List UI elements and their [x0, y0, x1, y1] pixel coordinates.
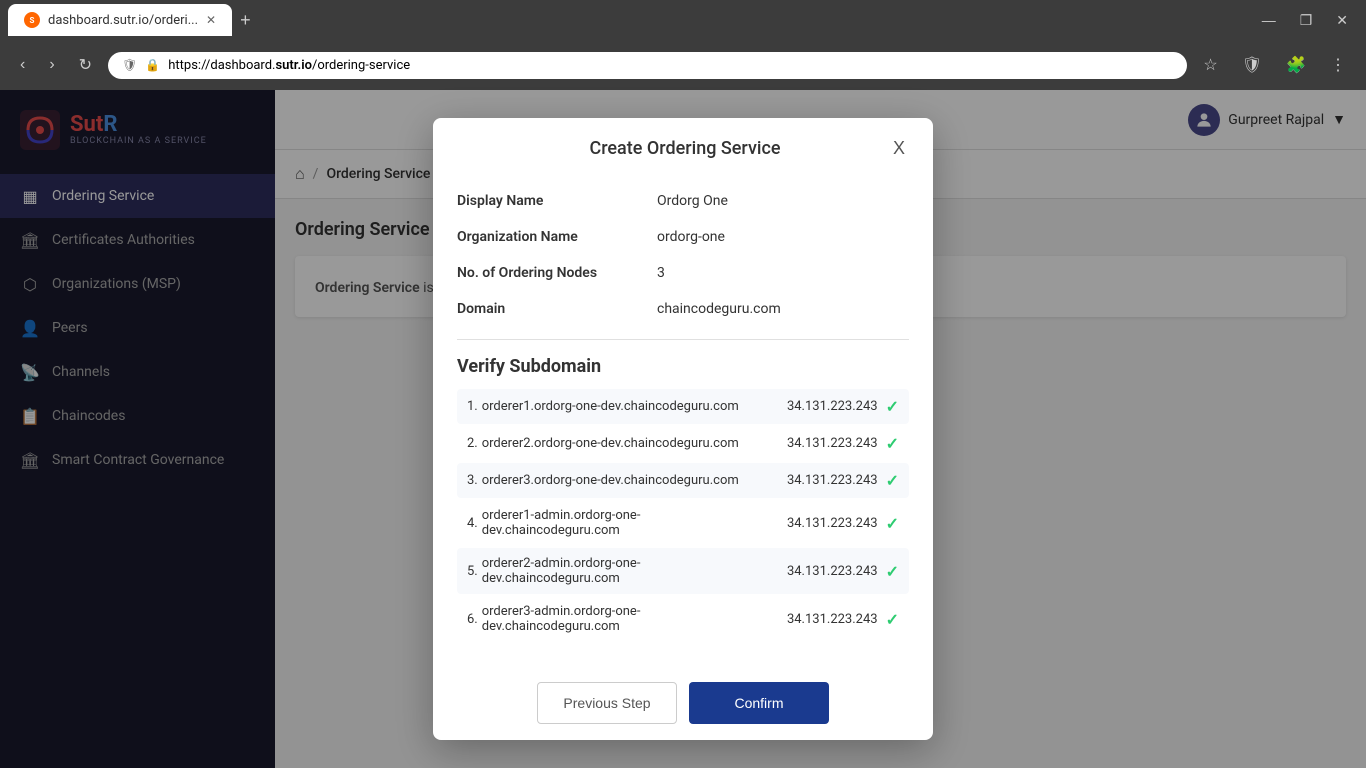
- domain-value: chaincodeguru.com: [657, 301, 781, 317]
- verify-subdomain-title: Verify Subdomain: [457, 356, 909, 377]
- subdomain-name: orderer1.ordorg-one-dev.chaincodeguru.co…: [482, 399, 758, 414]
- modal-close-button[interactable]: X: [889, 138, 909, 159]
- security-shield-icon: 🛡: [122, 58, 137, 72]
- verified-checkmark-icon: ✓: [886, 514, 899, 533]
- active-tab[interactable]: S dashboard.sutr.io/orderi... ✕: [8, 4, 232, 36]
- modal-divider: [457, 339, 909, 340]
- subdomain-row-5: 5. orderer2-admin.ordorg-one-dev.chainco…: [457, 548, 909, 594]
- subdomain-row-1: 1. orderer1.ordorg-one-dev.chaincodeguru…: [457, 389, 909, 424]
- subdomain-name: orderer2-admin.ordorg-one-dev.chaincodeg…: [482, 556, 758, 586]
- forward-button[interactable]: ›: [41, 52, 62, 78]
- back-button[interactable]: ‹: [12, 52, 33, 78]
- verified-checkmark-icon: ✓: [886, 562, 899, 581]
- bookmark-button[interactable]: ☆: [1195, 51, 1225, 79]
- ordering-nodes-label: No. of Ordering Nodes: [457, 265, 657, 281]
- subdomain-ip: 34.131.223.243: [758, 436, 878, 451]
- browser-close-button[interactable]: ✕: [1326, 8, 1358, 33]
- tab-close-icon[interactable]: ✕: [206, 13, 216, 27]
- subdomain-num: 1.: [467, 399, 478, 414]
- ordering-nodes-value: 3: [657, 265, 665, 281]
- url-display: https://dashboard.sutr.io/ordering-servi…: [168, 58, 410, 73]
- verified-checkmark-icon: ✓: [886, 471, 899, 490]
- subdomain-num: 3.: [467, 473, 478, 488]
- tab-favicon: S: [24, 12, 40, 28]
- new-tab-button[interactable]: +: [232, 6, 259, 35]
- browser-maximize-button[interactable]: ❐: [1290, 8, 1323, 33]
- modal-overlay: Create Ordering Service X Display Name O…: [0, 90, 1366, 768]
- modal-title: Create Ordering Service: [481, 138, 889, 159]
- menu-button[interactable]: ⋮: [1322, 51, 1354, 79]
- verified-checkmark-icon: ✓: [886, 397, 899, 416]
- browser-minimize-button[interactable]: —: [1252, 8, 1286, 33]
- verified-checkmark-icon: ✓: [886, 610, 899, 629]
- ordering-nodes-row: No. of Ordering Nodes 3: [457, 255, 909, 291]
- verified-checkmark-icon: ✓: [886, 434, 899, 453]
- subdomain-row-3: 3. orderer3.ordorg-one-dev.chaincodeguru…: [457, 463, 909, 498]
- extensions-button[interactable]: 🧩: [1278, 51, 1314, 79]
- extension-shield-button[interactable]: 🛡: [1234, 51, 1270, 79]
- address-bar[interactable]: 🛡 🔒 https://dashboard.sutr.io/ordering-s…: [108, 52, 1187, 79]
- modal-body: Display Name Ordorg One Organization Nam…: [433, 175, 933, 666]
- display-name-row: Display Name Ordorg One: [457, 183, 909, 219]
- subdomain-ip: 34.131.223.243: [758, 399, 878, 414]
- modal-header: Create Ordering Service X: [433, 118, 933, 175]
- org-name-value: ordorg-one: [657, 229, 725, 245]
- subdomain-num: 5.: [467, 564, 478, 579]
- domain-label: Domain: [457, 301, 657, 317]
- subdomain-num: 2.: [467, 436, 478, 451]
- display-name-value: Ordorg One: [657, 193, 728, 209]
- tab-title: dashboard.sutr.io/orderi...: [48, 13, 198, 28]
- confirm-button[interactable]: Confirm: [689, 682, 829, 724]
- subdomain-row-6: 6. orderer3-admin.ordorg-one-dev.chainco…: [457, 596, 909, 642]
- org-name-label: Organization Name: [457, 229, 657, 245]
- lock-icon: 🔒: [145, 58, 160, 72]
- subdomain-ip: 34.131.223.243: [758, 564, 878, 579]
- previous-step-button[interactable]: Previous Step: [537, 682, 677, 724]
- subdomain-num: 6.: [467, 612, 478, 627]
- org-name-row: Organization Name ordorg-one: [457, 219, 909, 255]
- subdomain-name: orderer3-admin.ordorg-one-dev.chaincodeg…: [482, 604, 758, 634]
- reload-button[interactable]: ↻: [71, 51, 100, 79]
- subdomain-ip: 34.131.223.243: [758, 516, 878, 531]
- modal-footer: Previous Step Confirm: [433, 666, 933, 740]
- subdomain-ip: 34.131.223.243: [758, 473, 878, 488]
- subdomain-row-4: 4. orderer1-admin.ordorg-one-dev.chainco…: [457, 500, 909, 546]
- subdomain-name: orderer1-admin.ordorg-one-dev.chaincodeg…: [482, 508, 758, 538]
- subdomain-list: 1. orderer1.ordorg-one-dev.chaincodeguru…: [457, 389, 909, 642]
- subdomain-num: 4.: [467, 516, 478, 531]
- display-name-label: Display Name: [457, 193, 657, 209]
- domain-row: Domain chaincodeguru.com: [457, 291, 909, 327]
- subdomain-row-2: 2. orderer2.ordorg-one-dev.chaincodeguru…: [457, 426, 909, 461]
- subdomain-ip: 34.131.223.243: [758, 612, 878, 627]
- create-ordering-modal: Create Ordering Service X Display Name O…: [433, 118, 933, 740]
- subdomain-name: orderer3.ordorg-one-dev.chaincodeguru.co…: [482, 473, 758, 488]
- subdomain-name: orderer2.ordorg-one-dev.chaincodeguru.co…: [482, 436, 758, 451]
